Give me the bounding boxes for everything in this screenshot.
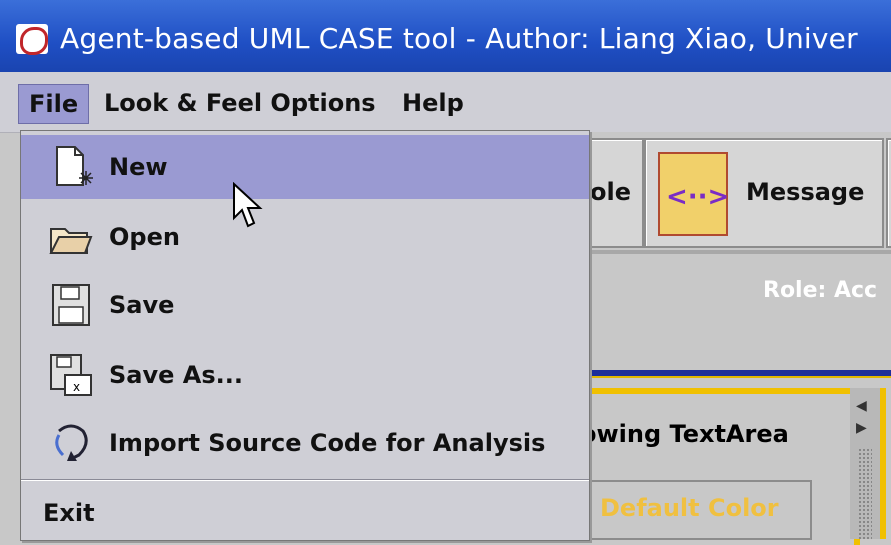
- drag-handle[interactable]: [858, 448, 872, 539]
- right-arrow-icon[interactable]: ▶: [856, 420, 867, 436]
- menu-item-label: Open: [109, 223, 180, 251]
- menu-item-label: Import Source Code for Analysis: [109, 429, 546, 457]
- save-as-icon: x: [50, 354, 92, 396]
- menu-item-label: Save As...: [109, 361, 243, 389]
- default-color-label: Default Color: [600, 494, 779, 522]
- svg-text:x: x: [73, 380, 80, 394]
- panel-divider: [580, 370, 891, 378]
- toolbar: ole <··> Message: [540, 132, 891, 250]
- menu-bar: File Look & Feel Options Help: [0, 72, 891, 133]
- import-cycle-icon: [55, 424, 88, 461]
- role-panel: Role: Acc: [580, 254, 891, 370]
- right-panel-frame: [880, 388, 891, 539]
- default-color-button[interactable]: Default Color: [588, 480, 812, 540]
- textarea-label: owing TextArea: [580, 420, 789, 448]
- menu-item-new[interactable]: New: [21, 135, 589, 199]
- message-icon: <··>: [658, 152, 729, 236]
- role-tool-label: ole: [590, 178, 631, 206]
- menu-separator-highlight: [21, 480, 589, 481]
- next-tool-button[interactable]: [886, 138, 891, 248]
- open-folder-icon: [49, 228, 93, 254]
- message-tool-label: Message: [746, 178, 865, 206]
- floppy-disk-icon: [52, 284, 90, 326]
- role-label: Role: Acc: [763, 278, 878, 303]
- new-document-icon: [56, 146, 93, 186]
- menu-item-label: New: [109, 153, 168, 181]
- menu-item-save-as[interactable]: x Save As...: [21, 343, 589, 407]
- mouse-cursor-icon: [233, 182, 263, 228]
- menu-item-open[interactable]: Open: [21, 205, 589, 269]
- message-tool-button[interactable]: <··> Message: [644, 138, 884, 248]
- menu-help[interactable]: Help: [392, 84, 474, 122]
- menu-item-save[interactable]: Save: [21, 273, 589, 337]
- menu-item-label: Save: [109, 291, 175, 319]
- window-title: Agent-based UML CASE tool - Author: Lian…: [60, 22, 858, 55]
- menu-item-import[interactable]: Import Source Code for Analysis: [21, 411, 589, 475]
- file-menu-dropdown: New Open Save x Save As... Import Source…: [20, 130, 590, 541]
- left-arrow-icon[interactable]: ◀: [856, 398, 867, 414]
- split-divider[interactable]: ◀ ▶: [850, 388, 880, 539]
- menu-item-label: Exit: [43, 499, 95, 527]
- menu-look-and-feel[interactable]: Look & Feel Options: [94, 84, 386, 122]
- title-bar: Agent-based UML CASE tool - Author: Lian…: [0, 0, 891, 72]
- menu-file[interactable]: File: [18, 84, 90, 124]
- menu-item-exit[interactable]: Exit: [21, 483, 589, 539]
- app-icon[interactable]: [16, 24, 48, 55]
